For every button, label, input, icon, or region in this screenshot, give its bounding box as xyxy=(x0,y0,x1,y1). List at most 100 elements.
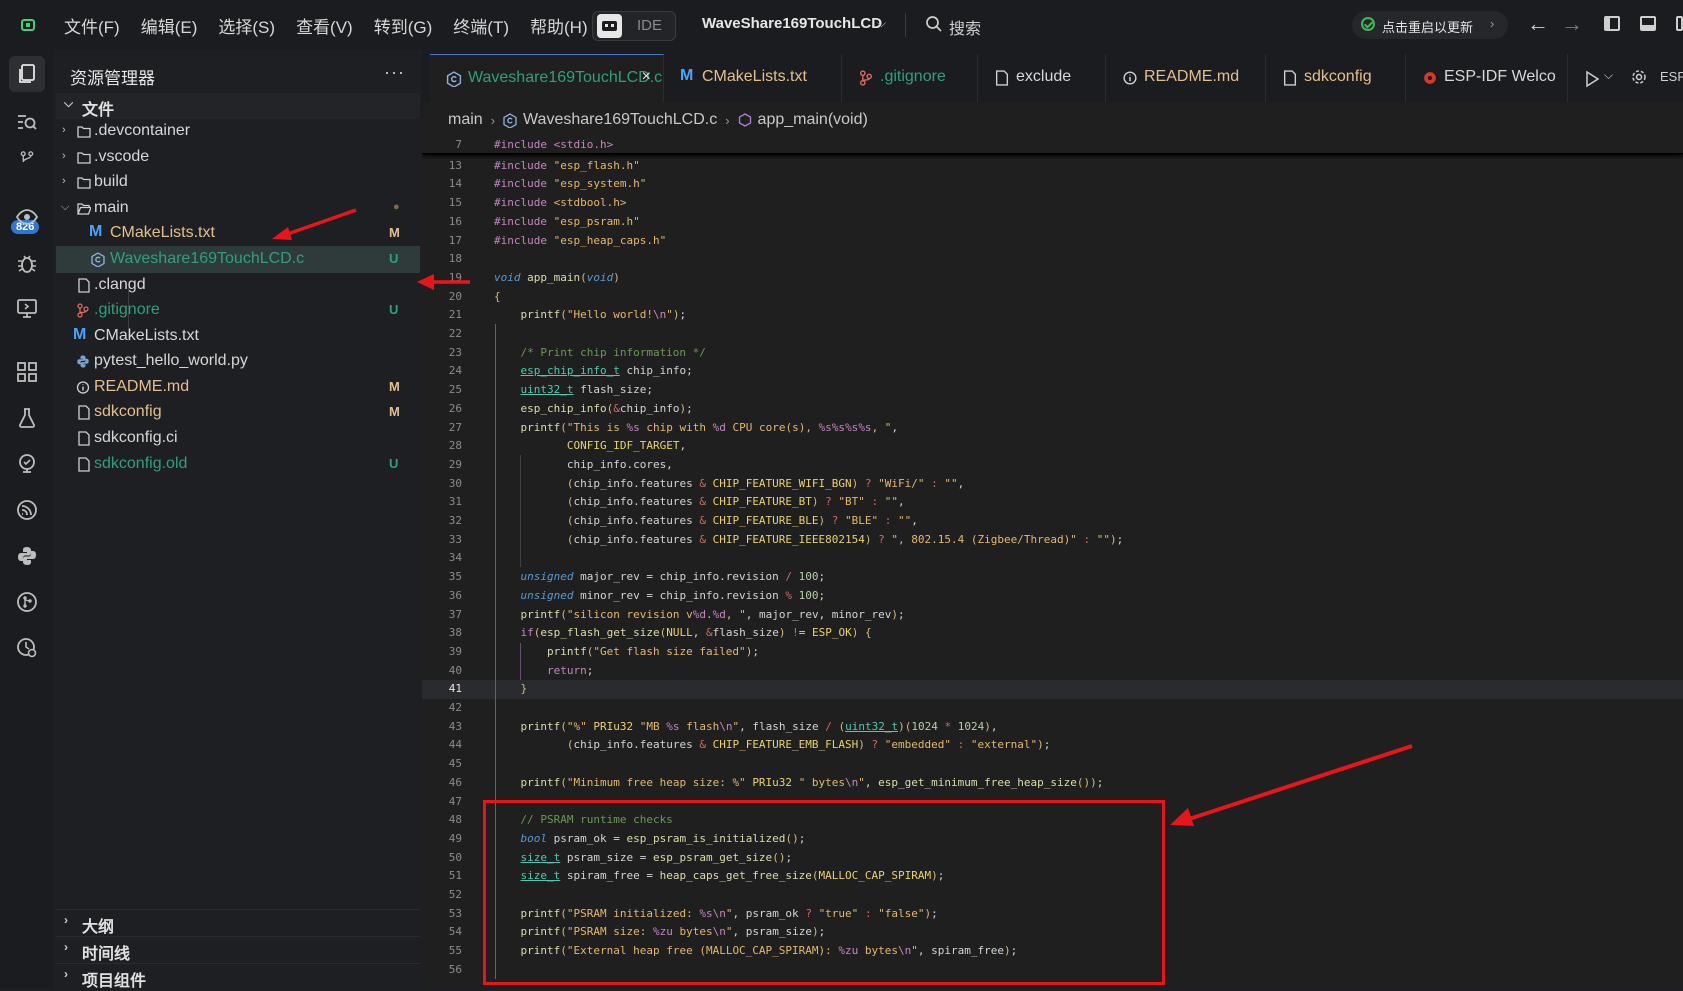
tree-folder-build[interactable]: › build xyxy=(56,169,420,196)
search-icon[interactable] xyxy=(9,104,45,140)
code-line[interactable]: 16 #include "esp_psram.h" xyxy=(422,213,1683,232)
code-line[interactable]: 23 /* Print chip information */ xyxy=(422,344,1683,363)
more-actions-icon[interactable]: ··· xyxy=(384,62,405,83)
code-line[interactable]: 40 return; xyxy=(422,662,1683,681)
code-line[interactable]: 18 xyxy=(422,250,1683,269)
tab-sdkconfig[interactable]: sdkconfig xyxy=(1266,54,1406,102)
tab-cmakelists[interactable]: M CMakeLists.txt xyxy=(664,54,842,102)
ide-switch[interactable]: IDE xyxy=(592,11,676,41)
chevron-down-icon[interactable]: ⌵ xyxy=(1604,68,1613,83)
code-line[interactable]: 34 xyxy=(422,549,1683,568)
esp-idf-icon[interactable] xyxy=(9,446,45,482)
toggle-sidebar-icon[interactable] xyxy=(1604,16,1620,31)
code-line[interactable]: 31 (chip_info.features & CHIP_FEATURE_BT… xyxy=(422,493,1683,512)
project-name[interactable]: WaveShare169TouchLCD xyxy=(702,15,882,32)
back-arrow-icon[interactable]: ← xyxy=(1527,11,1549,37)
code-line[interactable]: 20{ xyxy=(422,288,1683,307)
extensions-icon[interactable] xyxy=(9,354,45,390)
code-line[interactable]: 24 esp_chip_info_t chip_info; xyxy=(422,362,1683,381)
code-line[interactable]: 29 chip_info.cores, xyxy=(422,456,1683,475)
menu-help[interactable]: 帮助(H) xyxy=(530,13,588,38)
tab-exclude[interactable]: exclude xyxy=(978,54,1106,102)
tree-file-gitignore[interactable]: .gitignore U xyxy=(56,297,420,324)
timeline-icon[interactable] xyxy=(9,630,45,666)
sticky-scroll-line[interactable]: 7 #include <stdio.h> xyxy=(422,136,1683,154)
code-line[interactable]: 35 unsigned major_rev = chip_info.revisi… xyxy=(422,568,1683,587)
tree-file-readme[interactable]: README.md M xyxy=(56,374,420,401)
tree-file-waveshare-c[interactable]: Waveshare169TouchLCD.c U xyxy=(56,246,420,273)
menu-edit[interactable]: 编辑(E) xyxy=(141,13,198,38)
python-icon[interactable] xyxy=(9,538,45,574)
chevron-down-icon[interactable]: ⌵ xyxy=(877,16,886,31)
tab-readme[interactable]: README.md xyxy=(1106,54,1266,102)
tree-file-sdkconfig[interactable]: sdkconfig M xyxy=(56,399,420,426)
debug-icon[interactable] xyxy=(9,246,45,282)
espressif-icon[interactable] xyxy=(9,492,45,528)
toggle-panel-icon[interactable] xyxy=(1640,16,1656,31)
tree-folder-main[interactable]: ⌵ main ● xyxy=(56,195,420,222)
tab-esp-idf-welcome[interactable]: ESP-IDF Welco xyxy=(1406,54,1568,102)
search-box[interactable]: 搜索 xyxy=(949,15,981,39)
code-line[interactable]: 43 printf("%" PRIu32 "MB %s flash\n", fl… xyxy=(422,718,1683,737)
code-line[interactable]: 26 esp_chip_info(&chip_info); xyxy=(422,400,1683,419)
breadcrumb-folder[interactable]: main xyxy=(448,111,483,129)
code-line[interactable]: 32 (chip_info.features & CHIP_FEATURE_BL… xyxy=(422,512,1683,531)
tree-folder-vscode[interactable]: › .vscode xyxy=(56,144,420,171)
tree-file-pytest[interactable]: pytest_hello_world.py xyxy=(56,348,420,375)
code-line[interactable]: 14 #include "esp_system.h" xyxy=(422,175,1683,194)
tab-gitignore[interactable]: .gitignore xyxy=(842,54,978,102)
explorer-icon[interactable] xyxy=(9,56,45,92)
menu-view[interactable]: 查看(V) xyxy=(296,13,353,38)
code-line[interactable]: 36 unsigned minor_rev = chip_info.revisi… xyxy=(422,587,1683,606)
close-icon[interactable]: × xyxy=(642,68,651,86)
code-line[interactable]: 33 (chip_info.features & CHIP_FEATURE_IE… xyxy=(422,531,1683,550)
code-line[interactable]: 13 #include "esp_flash.h" xyxy=(422,157,1683,176)
code-line[interactable]: 30 (chip_info.features & CHIP_FEATURE_WI… xyxy=(422,475,1683,494)
menu-terminal[interactable]: 终端(T) xyxy=(453,13,509,38)
project-components-section-header[interactable]: › 项目组件 xyxy=(56,963,420,990)
run-icon[interactable] xyxy=(1582,69,1602,89)
code-line[interactable]: 17 #include "esp_heap_caps.h" xyxy=(422,232,1683,251)
code-line[interactable]: 22 xyxy=(422,325,1683,344)
remote-explorer-icon[interactable] xyxy=(9,290,45,326)
code-line[interactable]: 28 CONFIG_IDF_TARGET, xyxy=(422,437,1683,456)
tab-waveshare-c[interactable]: Waveshare169TouchLCD.c × xyxy=(430,54,664,102)
code-line[interactable]: 37 printf("silicon revision v%d.%d, ", m… xyxy=(422,606,1683,625)
code-line[interactable]: 44 (chip_info.features & CHIP_FEATURE_EM… xyxy=(422,736,1683,755)
source-control-icon[interactable] xyxy=(9,150,45,180)
gear-icon[interactable] xyxy=(1630,68,1648,86)
code-line[interactable]: 42 xyxy=(422,699,1683,718)
code-line[interactable]: 39 printf("Get flash size failed"); xyxy=(422,643,1683,662)
tree-file-clangd[interactable]: .clangd xyxy=(56,272,420,299)
forward-arrow-icon[interactable]: → xyxy=(1561,11,1583,37)
code-line[interactable]: 46 printf("Minimum free heap size: %" PR… xyxy=(422,774,1683,793)
code-line[interactable]: 45 xyxy=(422,755,1683,774)
tree-folder-devcontainer[interactable]: › .devcontainer xyxy=(56,118,420,145)
files-section-header[interactable]: ⌵ 文件 xyxy=(56,93,420,119)
menu-file[interactable]: 文件(F) xyxy=(64,13,120,38)
code-line[interactable]: 27 printf("This is %s chip with %d CPU c… xyxy=(422,419,1683,438)
git-graph-icon[interactable] xyxy=(9,584,45,620)
code-line[interactable]: 41 } xyxy=(422,680,1683,699)
menu-go[interactable]: 转到(G) xyxy=(374,13,433,38)
code-line[interactable]: 21 printf("Hello world!\n"); xyxy=(422,306,1683,325)
code-line[interactable]: 19 void app_main(void) xyxy=(422,269,1683,288)
search-icon[interactable] xyxy=(925,15,943,33)
watch-icon[interactable] xyxy=(9,199,45,235)
menu-selection[interactable]: 选择(S) xyxy=(218,13,275,38)
tree-file-sdkconfig-ci[interactable]: sdkconfig.ci xyxy=(56,425,420,452)
breadcrumb-file[interactable]: Waveshare169TouchLCD.c xyxy=(523,111,717,129)
timeline-section-header[interactable]: › 时间线 xyxy=(56,936,420,963)
code-line[interactable]: 15 #include <stdbool.h> xyxy=(422,194,1683,213)
outline-section-header[interactable]: › 大纲 xyxy=(56,909,420,936)
tree-file-sdkconfig-old[interactable]: sdkconfig.old U xyxy=(56,451,420,478)
testing-icon[interactable] xyxy=(9,400,45,436)
code-line[interactable]: 25 uint32_t flash_size; xyxy=(422,381,1683,400)
tree-file-cmakelists[interactable]: M CMakeLists.txt xyxy=(56,323,420,350)
tree-file-main-cmakelists[interactable]: M CMakeLists.txt M xyxy=(56,220,420,247)
code-line[interactable]: 38 if(esp_flash_get_size(NULL, &flash_si… xyxy=(422,624,1683,643)
breadcrumb-symbol[interactable]: app_main(void) xyxy=(758,111,868,129)
restart-update-button[interactable]: 点击重启以更新 › xyxy=(1352,11,1508,39)
toggle-secondary-sidebar-icon[interactable] xyxy=(1676,16,1683,31)
esp-status-label[interactable]: ESP- xyxy=(1660,69,1683,84)
